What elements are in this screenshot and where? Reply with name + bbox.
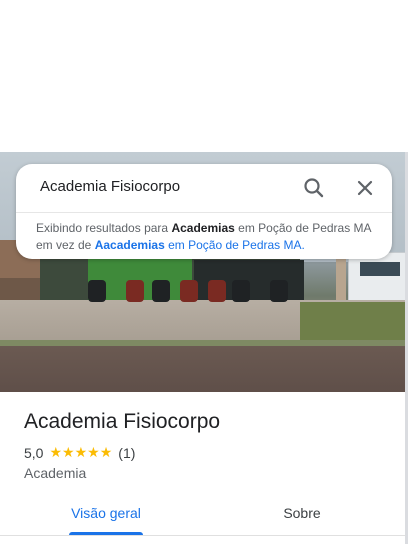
photo-road — [0, 346, 406, 392]
photo-motorcycle — [208, 280, 226, 302]
photo-motorcycle — [232, 280, 250, 302]
photo-motorcycle — [180, 280, 198, 302]
star-icon: ★ — [49, 445, 63, 461]
spelling-correction-notice: Exibindo resultados para Academias em Po… — [36, 220, 376, 254]
star-icon: ★ — [99, 445, 113, 461]
notice-original-term[interactable]: Aacademias — [95, 238, 165, 252]
search-query[interactable]: Academia Fisiocorpo — [40, 178, 180, 195]
photo-motorcycle — [88, 280, 106, 302]
photo-truck-window — [360, 262, 400, 276]
place-title: Academia Fisiocorpo — [24, 410, 221, 433]
notice-corrected-term: Academias — [171, 221, 235, 235]
tabs-divider — [0, 535, 406, 536]
star-icon: ★ — [74, 445, 88, 461]
star-icon: ★ — [62, 445, 75, 461]
notice-suffix[interactable]: em Poção de Pedras MA. — [168, 238, 305, 252]
notice-prefix: Exibindo resultados para — [36, 221, 169, 235]
search-card: Academia Fisiocorpo Exibindo resultados … — [16, 164, 392, 259]
search-icon[interactable] — [300, 174, 328, 202]
photo-motorcycle — [270, 280, 288, 302]
photo-motorcycle — [126, 280, 144, 302]
rating-stars: ★ ★ ★ ★ ★ — [49, 446, 112, 460]
rating-value: 5,0 — [24, 445, 44, 461]
photo-grass — [300, 302, 406, 342]
tab-overview[interactable]: Visão geral — [66, 505, 146, 535]
rating-row[interactable]: 5,0 ★ ★ ★ ★ ★ (1) — [24, 444, 135, 462]
photo-truck — [348, 252, 406, 304]
star-icon: ★ — [87, 445, 100, 461]
original-query-link[interactable]: Aacademias em Poção de Pedras MA. — [95, 238, 305, 252]
close-icon[interactable] — [351, 174, 379, 202]
place-category: Academia — [24, 465, 87, 481]
photo-motorcycle — [152, 280, 170, 302]
search-divider — [16, 212, 392, 213]
review-count[interactable]: (1) — [118, 445, 135, 461]
tab-about[interactable]: Sobre — [262, 505, 342, 535]
search-bar[interactable]: Academia Fisiocorpo — [16, 164, 392, 211]
